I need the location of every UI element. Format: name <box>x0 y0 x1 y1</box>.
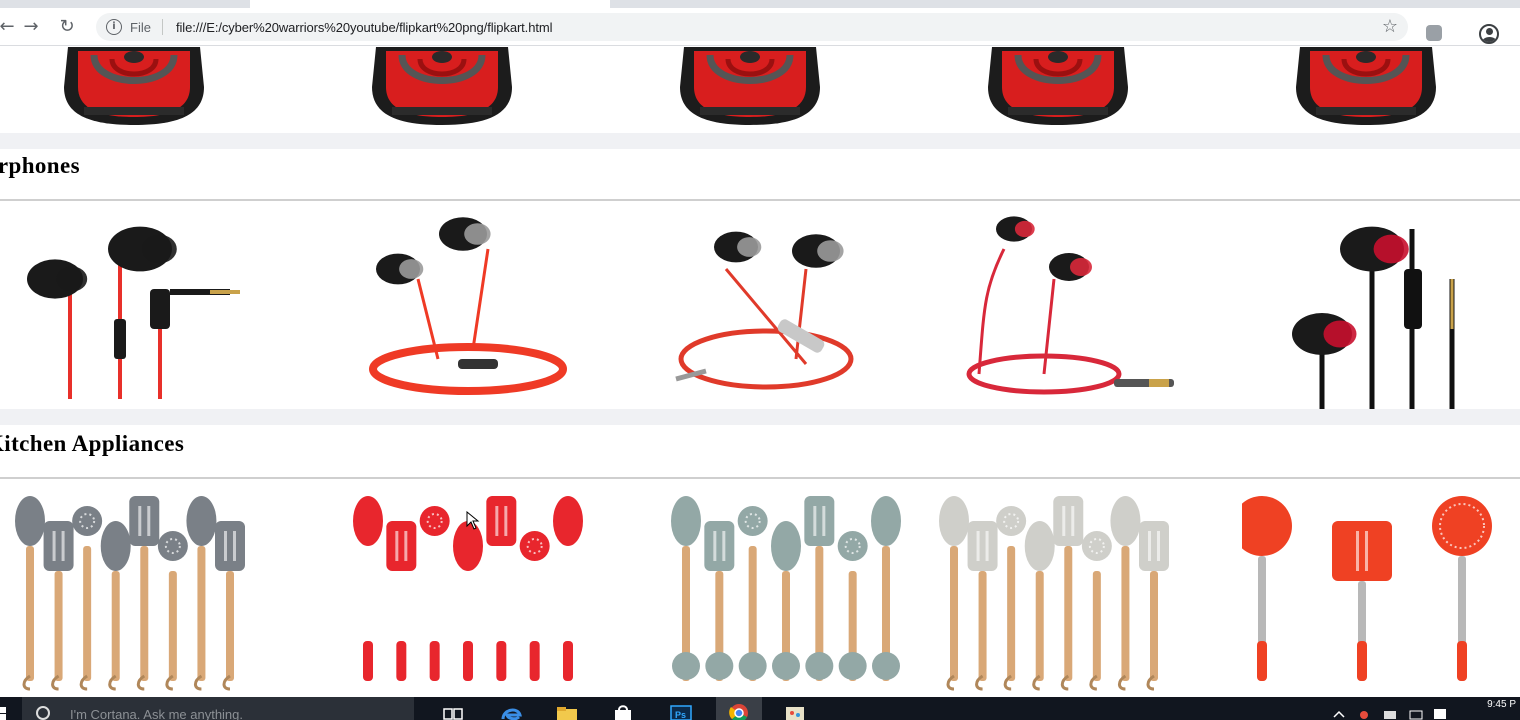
windows-taskbar: I'm Cortana. Ask me anything. Ps 9:45 P <box>0 697 1520 720</box>
section-divider <box>0 199 1520 201</box>
profile-icon[interactable] <box>1479 24 1499 44</box>
section-title-kitchen-appliances: Kitchen Appliances <box>0 431 185 456</box>
product-image[interactable] <box>944 209 1214 409</box>
product-image[interactable] <box>10 209 280 409</box>
file-explorer-icon[interactable] <box>556 703 578 720</box>
section-band <box>0 133 1520 149</box>
product-image[interactable] <box>666 491 936 691</box>
forward-icon[interactable]: → <box>20 16 42 38</box>
product-image[interactable] <box>646 209 916 409</box>
svg-text:Ps: Ps <box>675 710 686 720</box>
product-image[interactable] <box>670 47 940 127</box>
store-icon[interactable] <box>612 703 634 720</box>
back-icon[interactable]: ← <box>0 16 18 38</box>
address-bar[interactable]: i File file:///E:/cyber%20warriors%20you… <box>96 13 1408 41</box>
product-image[interactable] <box>10 491 280 691</box>
product-image[interactable] <box>934 491 1204 691</box>
start-icon[interactable] <box>0 703 8 720</box>
search-placeholder: I'm Cortana. Ask me anything. <box>70 707 244 720</box>
product-image[interactable] <box>348 491 618 691</box>
chrome-icon[interactable] <box>716 697 762 720</box>
photoshop-icon[interactable]: Ps <box>670 703 692 720</box>
active-tab[interactable] <box>250 0 610 8</box>
product-image[interactable] <box>1242 209 1512 409</box>
page-viewport[interactable]: arphones Kitchen Appliances <box>0 47 1520 697</box>
product-image[interactable] <box>1286 47 1520 127</box>
cortana-search-box[interactable]: I'm Cortana. Ask me anything. <box>22 697 414 720</box>
product-image[interactable] <box>978 47 1248 127</box>
product-image[interactable] <box>1232 491 1512 691</box>
mouse-cursor <box>466 511 480 530</box>
browser-toolbar: ← → ↻ i File file:///E:/cyber%20warriors… <box>0 8 1520 46</box>
task-view-icon[interactable] <box>442 703 464 720</box>
paint-icon[interactable] <box>784 703 806 720</box>
info-icon[interactable]: i <box>106 19 122 35</box>
section-divider <box>0 477 1520 479</box>
product-image[interactable] <box>338 209 608 409</box>
scheme-label: File <box>130 20 151 35</box>
reload-icon[interactable]: ↻ <box>56 16 78 38</box>
extension-icon[interactable] <box>1426 25 1442 41</box>
clock[interactable]: 9:45 P <box>1487 699 1516 710</box>
edge-icon[interactable] <box>500 703 522 720</box>
url-text[interactable]: file:///E:/cyber%20warriors%20youtube/fl… <box>176 20 552 35</box>
system-tray[interactable] <box>1330 703 1450 720</box>
omnibox-separator <box>162 19 163 35</box>
section-title-earphones: arphones <box>0 153 80 178</box>
product-image[interactable] <box>54 47 324 127</box>
product-image[interactable] <box>362 47 632 127</box>
star-icon[interactable]: ☆ <box>1382 16 1398 37</box>
tab-strip <box>0 0 1520 8</box>
section-band <box>0 409 1520 425</box>
search-icon <box>36 706 50 720</box>
